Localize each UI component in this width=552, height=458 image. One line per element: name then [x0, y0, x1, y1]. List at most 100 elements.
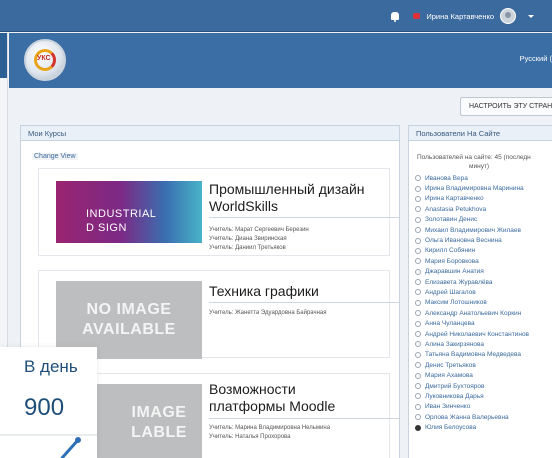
online-user-item[interactable]: Елизавета Журавлёва — [415, 277, 552, 287]
stat-value: 900 — [24, 394, 65, 421]
drawer-toggle[interactable] — [0, 33, 7, 78]
online-user-name[interactable]: Джаравшин Анатия — [425, 268, 484, 275]
online-user-name[interactable]: Михаил Владимирович Жилаев — [425, 227, 521, 234]
teacher-name[interactable]: Учитель: Наталья Прохорова — [209, 433, 330, 442]
user-icon — [415, 279, 421, 286]
online-user-item[interactable]: Луковникова Дарья — [415, 391, 552, 401]
course-card[interactable]: INDUSTRIAL D SIGN Промышленный дизайн Wo… — [38, 168, 399, 256]
bell-icon[interactable] — [391, 12, 400, 22]
user-icon — [415, 206, 421, 213]
course-title[interactable]: Возможности платформы Moodle — [209, 381, 335, 415]
summary-line: минут) — [469, 163, 490, 170]
online-user-name[interactable]: Луковникова Дарья — [425, 393, 484, 400]
online-user-item[interactable]: Мария Боровкова — [415, 256, 552, 266]
avatar[interactable] — [500, 8, 516, 24]
teacher-name[interactable]: Учитель: Диана Звиринская — [209, 235, 309, 244]
course-title[interactable]: Промышленный дизайн WorldSkills — [209, 181, 365, 215]
online-user-name[interactable]: Ирина Картавченко — [425, 195, 484, 202]
course-card[interactable]: NO IMAGE AVAILABLE Техника графики Учите… — [38, 270, 399, 359]
online-user-name[interactable]: Елизавета Журавлёва — [425, 279, 493, 286]
online-user-name[interactable]: Кирилл Собянин — [425, 247, 475, 254]
my-courses-title: Мои Курсы — [21, 126, 399, 141]
online-user-item[interactable]: Иванова Вера — [415, 173, 552, 183]
teacher-name[interactable]: Учитель: Марина Владимировна Нельмина — [209, 424, 330, 433]
user-icon — [415, 175, 421, 182]
divider — [209, 418, 399, 419]
online-user-name[interactable]: Алина Закирзянова — [425, 341, 484, 348]
online-user-item[interactable]: Юлия Белоусова — [415, 422, 552, 432]
online-user-name[interactable]: Максим Лотошников — [425, 299, 487, 306]
online-user-item[interactable]: Михаил Владимирович Жилаев — [415, 225, 552, 235]
user-name[interactable]: Ирина Картавченко — [426, 12, 494, 21]
course-title-line[interactable]: WorldSkills — [209, 198, 365, 215]
online-users-summary: Пользователей на сайте: 45 (последн мину… — [417, 153, 552, 171]
user-icon — [415, 299, 421, 306]
change-view-link[interactable]: Change View — [32, 153, 78, 160]
online-user-item[interactable]: Анна Чуланцева — [415, 318, 552, 328]
online-user-name[interactable]: Ольга Ивановна Веснина — [425, 237, 502, 244]
course-title-line[interactable]: Техника графики — [209, 283, 319, 300]
online-user-name[interactable]: Андрей Николаевич Константинов — [425, 331, 529, 338]
online-user-item[interactable]: Anastasia Petukhova — [415, 204, 552, 214]
online-user-name[interactable]: Александр Анатольевич Коркин — [425, 310, 521, 317]
course-image[interactable]: INDUSTRIAL D SIGN — [56, 181, 202, 243]
user-icon — [415, 341, 421, 348]
online-user-item[interactable]: Алина Закирзянова — [415, 339, 552, 349]
messages-icon[interactable] — [413, 13, 421, 19]
course-title-line[interactable]: Возможности — [209, 381, 335, 398]
online-user-item[interactable]: Андрей Николаевич Константинов — [415, 329, 552, 339]
online-user-name[interactable]: Anastasia Petukhova — [425, 206, 486, 213]
stat-label: В день — [24, 357, 78, 376]
online-user-item[interactable]: Денис Третьяков — [415, 360, 552, 370]
online-users-block: Пользователи На Сайте Пользователей на с… — [408, 125, 552, 458]
teacher-name[interactable]: Учитель: Даниил Третьяков — [209, 244, 309, 253]
online-user-item[interactable]: Мария Ахамова — [415, 370, 552, 380]
online-users-title: Пользователи На Сайте — [409, 126, 552, 141]
user-icon — [415, 372, 421, 379]
customize-page-button[interactable]: НАСТРОИТЬ ЭТУ СТРАНИ — [460, 97, 552, 116]
user-icon — [415, 362, 421, 369]
online-user-name[interactable]: Денис Третьяков — [425, 362, 476, 369]
online-user-name[interactable]: Ирина Владимировна Маринина — [425, 185, 524, 192]
online-user-item[interactable]: Ольга Ивановна Веснина — [415, 235, 552, 245]
course-teachers: Учитель: Марина Владимировна Нельмина Уч… — [209, 424, 330, 442]
online-user-item[interactable]: Джаравшин Анатия — [415, 267, 552, 277]
online-user-item[interactable]: Дмитрий Бухтояров — [415, 381, 552, 391]
online-user-item[interactable]: Иван Зинченко — [415, 402, 552, 412]
online-user-name[interactable]: Иванова Вера — [425, 175, 468, 182]
user-menu[interactable]: Ирина Картавченко — [391, 8, 534, 24]
course-title[interactable]: Техника графики — [209, 283, 319, 300]
online-user-name[interactable]: Дмитрий Бухтояров — [425, 383, 484, 390]
top-navbar: Ирина Картавченко — [0, 0, 552, 32]
course-image-text: D SIGN — [86, 222, 127, 234]
online-user-item[interactable]: Татьяна Вадимовна Медведева — [415, 350, 552, 360]
language-menu[interactable]: Русский ( — [520, 54, 552, 63]
user-icon — [415, 383, 421, 389]
online-user-item[interactable]: Андрей Шагалов — [415, 287, 552, 297]
stat-trend-chart — [0, 434, 97, 458]
teacher-name[interactable]: Учитель: Жанетта Эдуардовна Байрачная — [209, 309, 327, 318]
online-user-name[interactable]: Золотавин Денис — [425, 216, 477, 223]
online-user-name[interactable]: Анна Чуланцева — [425, 320, 475, 327]
site-logo[interactable]: УКС — [24, 39, 66, 81]
online-user-name[interactable]: Орлова Жанна Валерьевна — [425, 414, 509, 421]
online-user-item[interactable]: Кирилл Собянин — [415, 246, 552, 256]
online-user-item[interactable]: Александр Анатольевич Коркин — [415, 308, 552, 318]
online-user-item[interactable]: Ирина Владимировна Маринина — [415, 183, 552, 193]
online-user-name[interactable]: Андрей Шагалов — [425, 289, 476, 296]
online-user-item[interactable]: Золотавин Денис — [415, 215, 552, 225]
online-user-name[interactable]: Иван Зинченко — [425, 403, 470, 410]
online-user-name[interactable]: Татьяна Вадимовна Медведева — [425, 351, 521, 358]
course-title-line[interactable]: платформы Moodle — [209, 398, 335, 415]
online-user-name[interactable]: Мария Боровкова — [425, 258, 479, 265]
online-user-name[interactable]: Мария Ахамова — [425, 372, 473, 379]
user-icon — [415, 310, 421, 317]
online-user-item[interactable]: Максим Лотошников — [415, 298, 552, 308]
user-icon — [415, 320, 421, 327]
online-user-name[interactable]: Юлия Белоусова — [425, 424, 476, 431]
online-user-item[interactable]: Ирина Картавченко — [415, 194, 552, 204]
chevron-down-icon[interactable] — [528, 14, 534, 18]
online-user-item[interactable]: Орлова Жанна Валерьевна — [415, 412, 552, 422]
teacher-name[interactable]: Учитель: Марат Сергеевич Березин — [209, 226, 309, 235]
course-title-line[interactable]: Промышленный дизайн — [209, 181, 365, 198]
